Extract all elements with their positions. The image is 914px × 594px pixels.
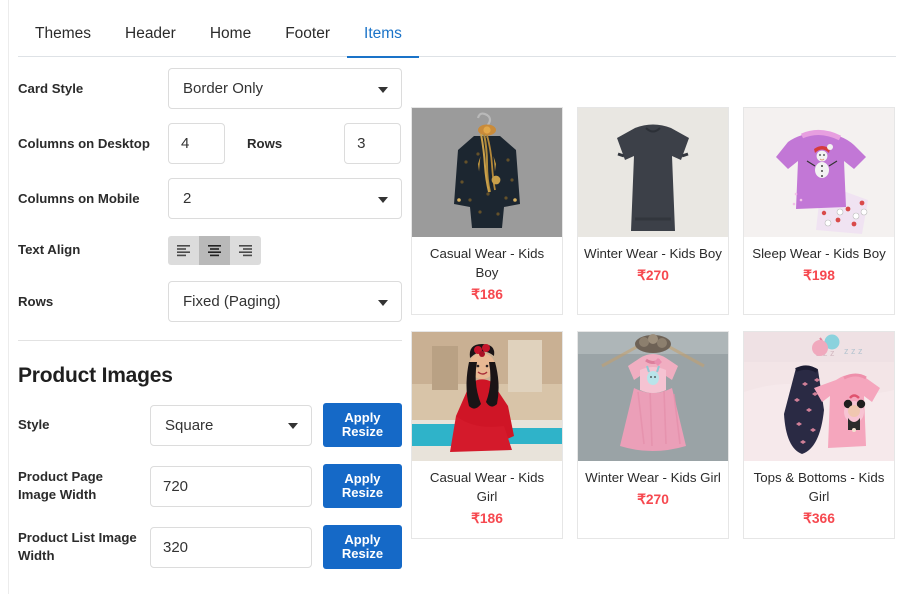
product-title: Sleep Wear - Kids Boy bbox=[752, 246, 886, 261]
card-style-label: Card Style bbox=[18, 80, 84, 96]
apply-label-line2: Resize bbox=[341, 424, 384, 439]
tab-bar: Themes Header Home Footer Items bbox=[18, 18, 896, 58]
field-page-image-width: Product Page Image Width Apply Resize bbox=[18, 464, 402, 508]
field-rows: Rows Fixed (Paging) bbox=[18, 281, 402, 322]
text-align-label: Text Align bbox=[18, 242, 81, 258]
chevron-down-icon bbox=[288, 423, 298, 429]
list-image-width-input[interactable] bbox=[150, 526, 312, 568]
product-image-kids-boy-pyjama-set bbox=[744, 108, 894, 237]
align-right-icon-button[interactable] bbox=[230, 235, 261, 265]
product-image-kids-girl-red-dress bbox=[412, 331, 562, 461]
field-list-image-width: Product List Image Width Apply Resize bbox=[18, 525, 402, 569]
apply-resize-style-button[interactable]: Apply Resize bbox=[323, 403, 402, 447]
product-image-kids-boy-sweater bbox=[578, 108, 728, 237]
panel-left-gutter bbox=[0, 0, 8, 594]
field-card-style: Card Style Border Only bbox=[18, 68, 402, 109]
product-title: Casual Wear - Kids Boy bbox=[429, 246, 545, 280]
product-image-kids-boy-sherwani bbox=[412, 108, 562, 237]
image-style-label: Style bbox=[18, 417, 50, 433]
product-title: Winter Wear - Kids Boy bbox=[584, 246, 722, 261]
product-title: Casual Wear - Kids Girl bbox=[429, 469, 545, 504]
tab-items[interactable]: Items bbox=[347, 18, 419, 58]
product-price: ₹186 bbox=[471, 510, 503, 526]
panel-left-rail bbox=[8, 0, 9, 594]
columns-mobile-value: 2 bbox=[183, 190, 192, 207]
product-price: ₹270 bbox=[637, 491, 669, 507]
product-card-body: Sleep Wear - Kids Boy ₹198 bbox=[744, 237, 894, 295]
text-align-group bbox=[168, 235, 261, 265]
product-image-kids-girl-pink-dress bbox=[578, 331, 728, 461]
field-columns-desktop: Columns on Desktop Rows bbox=[18, 123, 402, 164]
rows-inline-label: Rows bbox=[247, 136, 283, 151]
product-price: ₹270 bbox=[637, 267, 669, 283]
align-center-icon-button[interactable] bbox=[199, 235, 230, 265]
apply-label-line1: Apply bbox=[344, 470, 381, 486]
field-image-style: Style Square Apply Resize bbox=[18, 403, 402, 447]
product-card-body: Tops & Bottoms - Kids Girl ₹366 bbox=[744, 461, 894, 538]
product-image-kids-girl-top-and-pants: z z z z z z bbox=[744, 331, 894, 461]
page-image-width-input[interactable] bbox=[150, 465, 312, 507]
product-price: ₹198 bbox=[803, 267, 835, 283]
rows-inline-input[interactable] bbox=[344, 123, 402, 164]
field-text-align: Text Align bbox=[18, 233, 402, 267]
apply-label-line1: Apply bbox=[344, 531, 381, 547]
apply-resize-list-width-button[interactable]: Apply Resize bbox=[323, 525, 402, 569]
product-images-title: Product Images bbox=[18, 364, 173, 387]
product-preview-grid: Casual Wear - Kids Boy ₹186 Winter Wear … bbox=[411, 107, 903, 539]
columns-desktop-input[interactable] bbox=[168, 123, 225, 164]
svg-text:z z z: z z z bbox=[844, 346, 863, 356]
image-style-value: Square bbox=[165, 416, 214, 434]
list-image-width-label: Product List Image Width bbox=[18, 530, 137, 563]
field-columns-mobile: Columns on Mobile 2 bbox=[18, 178, 402, 219]
rows-select[interactable]: Fixed (Paging) bbox=[168, 281, 402, 322]
product-card[interactable]: z z z z z z bbox=[743, 330, 895, 539]
section-divider bbox=[18, 340, 402, 341]
tab-themes[interactable]: Themes bbox=[18, 18, 108, 58]
product-price: ₹366 bbox=[803, 510, 835, 526]
rows-label: Rows bbox=[18, 293, 54, 309]
apply-label-line2: Resize bbox=[341, 546, 384, 561]
product-card-body: Casual Wear - Kids Girl ₹186 bbox=[412, 461, 562, 538]
product-card[interactable]: Winter Wear - Kids Girl ₹270 bbox=[577, 330, 729, 539]
page-image-width-label: Product Page Image Width bbox=[18, 469, 104, 502]
apply-label-line1: Apply bbox=[344, 409, 381, 425]
product-images-panel: Style Square Apply Resize Product Page I… bbox=[18, 403, 402, 586]
items-settings-panel: Card Style Border Only Columns on Deskto… bbox=[18, 68, 402, 336]
product-card[interactable]: Sleep Wear - Kids Boy ₹198 bbox=[743, 107, 895, 315]
product-card-body: Winter Wear - Kids Boy ₹270 bbox=[578, 237, 728, 295]
product-title: Tops & Bottoms - Kids Girl bbox=[753, 469, 885, 504]
card-style-value: Border Only bbox=[183, 80, 264, 97]
rows-value: Fixed (Paging) bbox=[183, 293, 281, 310]
card-style-select[interactable]: Border Only bbox=[168, 68, 402, 109]
image-style-select[interactable]: Square bbox=[150, 404, 312, 446]
product-card-body: Casual Wear - Kids Boy ₹186 bbox=[412, 237, 562, 314]
apply-label-line2: Resize bbox=[341, 485, 384, 500]
product-title: Winter Wear - Kids Girl bbox=[585, 469, 721, 485]
tab-footer[interactable]: Footer bbox=[268, 18, 347, 58]
columns-mobile-label: Columns on Mobile bbox=[18, 190, 140, 206]
product-card[interactable]: Casual Wear - Kids Girl ₹186 bbox=[411, 330, 563, 539]
columns-desktop-label: Columns on Desktop bbox=[18, 135, 150, 151]
apply-resize-page-width-button[interactable]: Apply Resize bbox=[323, 464, 402, 508]
chevron-down-icon bbox=[378, 86, 388, 93]
chevron-down-icon bbox=[378, 196, 388, 203]
chevron-down-icon bbox=[378, 299, 388, 306]
product-card-body: Winter Wear - Kids Girl ₹270 bbox=[578, 461, 728, 519]
product-price: ₹186 bbox=[471, 286, 503, 302]
tab-header[interactable]: Header bbox=[108, 18, 193, 58]
align-left-icon-button[interactable] bbox=[168, 235, 199, 265]
product-card[interactable]: Winter Wear - Kids Boy ₹270 bbox=[577, 107, 729, 315]
columns-mobile-select[interactable]: 2 bbox=[168, 178, 402, 219]
tab-home[interactable]: Home bbox=[193, 18, 268, 58]
product-card[interactable]: Casual Wear - Kids Boy ₹186 bbox=[411, 107, 563, 315]
